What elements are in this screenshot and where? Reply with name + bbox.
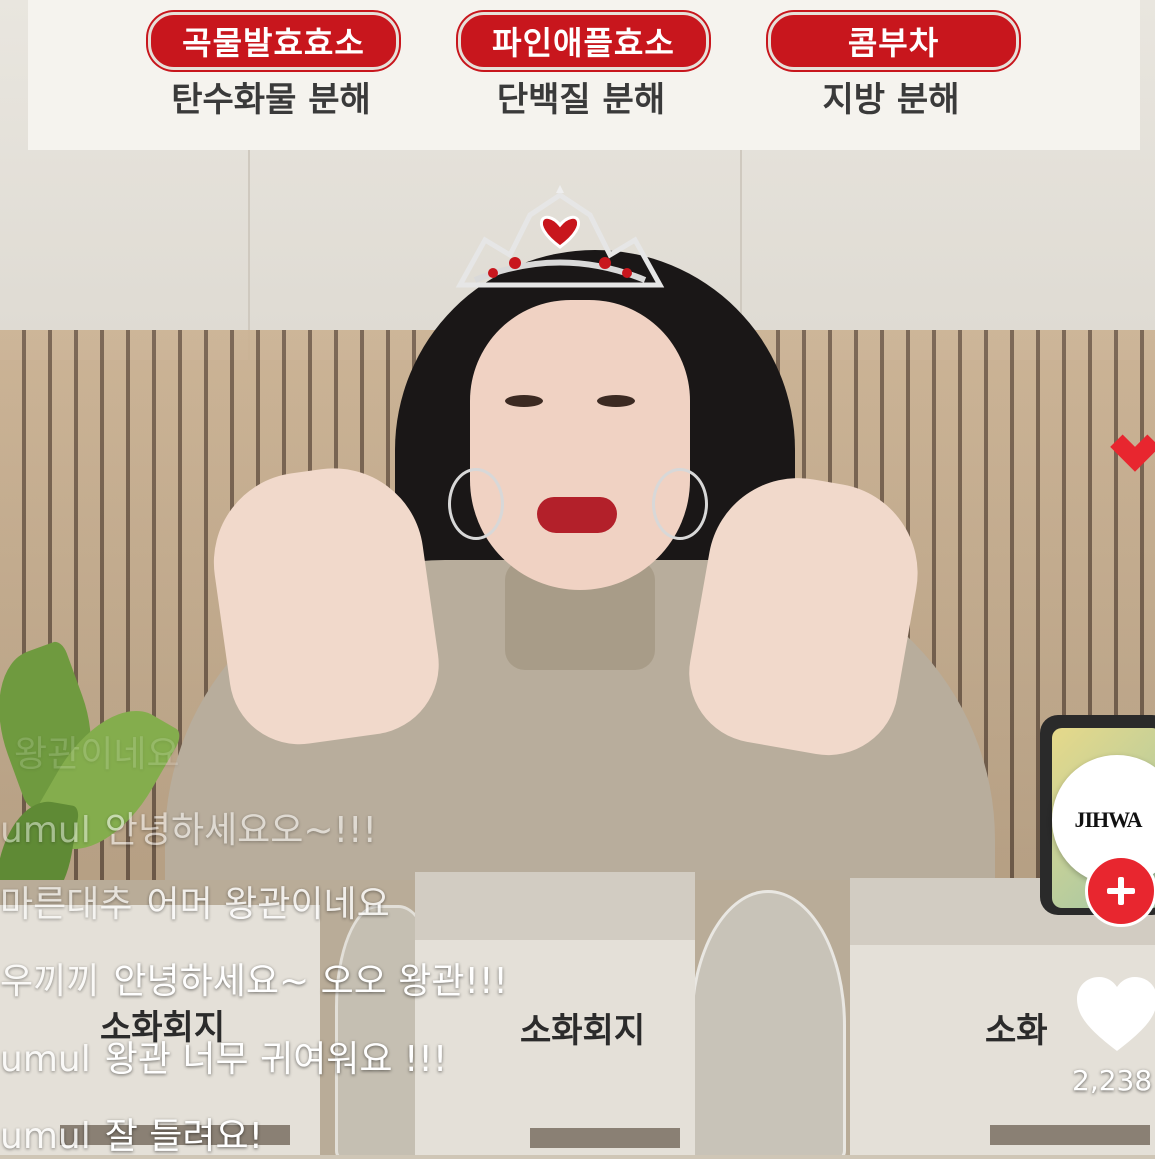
glass xyxy=(690,890,846,1155)
product-banner: 곡물발효효소 탄수화물 분해 파인애플효소 단백질 분해 콤부차 지방 분해 xyxy=(28,0,1140,150)
banner-pill-1: 곡물발효효소 xyxy=(148,12,399,70)
host-face xyxy=(470,300,690,590)
comment-text: 안녕하세요~ 오오 왕관!!! xyxy=(113,961,508,1002)
comment-text: 왕관 너무 귀여워요 !!! xyxy=(104,1039,448,1080)
plus-icon xyxy=(1107,877,1135,905)
comment-item: 우끼끼 안녕하세요~ 오오 왕관!!! xyxy=(0,952,508,1004)
avatar-brand-text: JIHWA xyxy=(1074,807,1142,832)
comment-text: 어머 왕관이네요 xyxy=(146,884,390,925)
comment-text: 안녕하세요오~!!! xyxy=(104,810,377,851)
banner-caption-3: 지방 분해 xyxy=(822,80,960,120)
host-lips xyxy=(537,497,617,533)
follow-button[interactable] xyxy=(1085,855,1155,927)
comment-user: umul xyxy=(0,810,91,851)
comment-item: 왕관이네요 xyxy=(0,725,180,777)
banner-pill-3: 콤부차 xyxy=(768,12,1019,70)
tiara-icon xyxy=(455,185,665,288)
earring-right xyxy=(652,468,708,540)
comment-item: umul 안녕하세요오~!!! xyxy=(0,801,377,853)
comment-item: umul 잘 들려요! xyxy=(0,1107,263,1159)
comment-text: 왕관이네요 xyxy=(14,734,180,775)
earring-left xyxy=(448,468,504,540)
banner-pill-2: 파인애플효소 xyxy=(458,12,709,70)
banner-caption-2: 단백질 분해 xyxy=(496,80,666,120)
product-label: 소화회지 xyxy=(520,1011,646,1051)
comment-user: 마른대추 xyxy=(0,884,133,925)
comment-user: 우끼끼 xyxy=(0,961,100,1002)
comment-item: umul 왕관 너무 귀여워요 !!! xyxy=(0,1030,447,1082)
like-count: 2,238 xyxy=(1072,1064,1153,1097)
comment-text: 잘 들려요! xyxy=(104,1116,264,1157)
wall-seam xyxy=(248,150,250,360)
product-label: 소화 xyxy=(985,1011,1048,1051)
comment-user: umul xyxy=(0,1039,91,1080)
banner-caption-1: 탄수화물 분해 xyxy=(171,80,371,120)
heart-icon[interactable] xyxy=(1075,975,1155,1055)
comment-user: umul xyxy=(0,1116,91,1157)
floating-heart-icon xyxy=(1110,434,1155,472)
comment-item: 마른대추 어머 왕관이네요 xyxy=(0,875,390,927)
